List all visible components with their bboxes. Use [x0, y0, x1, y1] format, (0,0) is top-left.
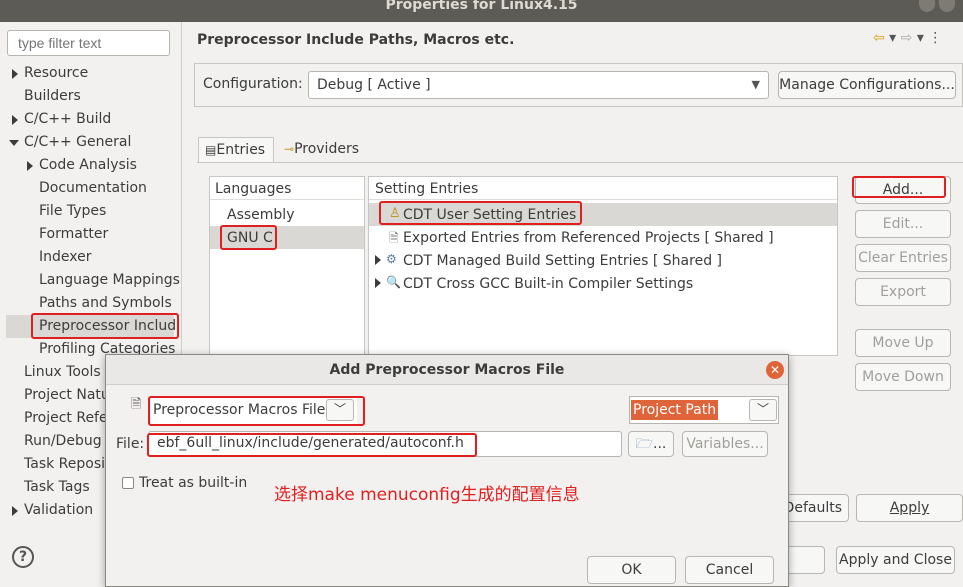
variables-button[interactable]: Variables...	[682, 431, 768, 457]
tree-item-file-types[interactable]: File Types	[39, 200, 106, 223]
tree-item-validation[interactable]: Validation	[24, 499, 93, 522]
builtin-label: Treat as built-in	[139, 475, 248, 491]
expand-icon[interactable]	[12, 69, 18, 79]
help-icon[interactable]: ?	[12, 546, 34, 568]
window-titlebar: Properties for Linux4.15	[0, 0, 963, 22]
nav-toolbar: ⇦ ▾ ⇨ ▾ ⋮	[873, 30, 942, 46]
tree-item-project-natures[interactable]: Project Natu	[24, 384, 110, 407]
ok-button[interactable]: OK	[587, 556, 676, 584]
file-icon: 🗎	[389, 231, 399, 245]
compiler-icon: 🔍	[386, 275, 401, 289]
expand-icon[interactable]	[375, 255, 381, 265]
filter-input[interactable]	[7, 30, 170, 56]
dialog-title: Add Preprocessor Macros File	[106, 355, 788, 385]
tree-item-resource[interactable]: Resource	[24, 62, 88, 85]
back-icon[interactable]: ⇦	[873, 30, 885, 46]
browse-button[interactable]: 🗁...	[628, 431, 674, 457]
tree-item-documentation[interactable]: Documentation	[39, 177, 147, 200]
file-label: File:	[116, 436, 145, 452]
folder-icon: 🗁	[635, 436, 653, 452]
apply-and-close-button[interactable]: Apply and Close	[836, 546, 955, 574]
tree-item-paths-symbols[interactable]: Paths and Symbols	[39, 292, 172, 315]
highlight-box	[852, 176, 946, 198]
highlight-box	[148, 396, 365, 426]
tab-providers-label: Providers	[294, 141, 359, 157]
highlight-box	[147, 433, 477, 457]
file-icon: 🗎	[131, 397, 142, 412]
highlight-box	[31, 313, 179, 339]
highlight-box	[379, 201, 582, 225]
setting-entries-header: Setting Entries	[375, 181, 479, 197]
tab-entries[interactable]: ▤Entries	[198, 137, 274, 163]
tabs-divider	[197, 162, 963, 163]
key-icon: ⊸	[284, 142, 295, 156]
forward-icon[interactable]: ⇨	[901, 30, 913, 46]
tree-item-run-debug[interactable]: Run/Debug S	[24, 430, 115, 453]
configuration-label: Configuration:	[203, 76, 303, 92]
move-up-button[interactable]: Move Up	[855, 329, 951, 357]
dropdown-icon[interactable]: ▾	[912, 30, 928, 46]
window-title: Properties for Linux4.15	[385, 0, 578, 13]
path-kind-value: Project Path	[631, 400, 719, 420]
export-button[interactable]: Export	[855, 278, 951, 306]
annotation-text: 选择make menuconfig生成的配置信息	[274, 485, 580, 505]
expand-icon[interactable]	[12, 506, 18, 516]
tab-providers[interactable]: ⊸Providers	[278, 137, 372, 163]
tree-item-project-references[interactable]: Project Refe	[24, 407, 108, 430]
builtin-checkbox[interactable]	[122, 477, 134, 489]
chevron-down-icon[interactable]: ﹀	[749, 399, 777, 421]
entry-cross-gcc[interactable]: CDT Cross GCC Built-in Compiler Settings	[403, 276, 693, 292]
entry-managed-build[interactable]: CDT Managed Build Setting Entries [ Shar…	[403, 253, 722, 269]
manage-configurations-button[interactable]: Manage Configurations...	[778, 71, 956, 99]
build-icon: ⚙	[386, 252, 397, 266]
tree-item-language-mappings[interactable]: Language Mappings	[39, 269, 180, 292]
entries-icon: ▤	[205, 143, 217, 157]
tree-item-indexer[interactable]: Indexer	[39, 246, 91, 269]
page-title: Preprocessor Include Paths, Macros etc.	[197, 32, 515, 48]
divider	[210, 199, 364, 200]
clear-entries-button[interactable]: Clear Entries	[855, 244, 951, 272]
path-kind-select[interactable]: Project Path ﹀	[629, 396, 779, 424]
language-assembly[interactable]: Assembly	[227, 207, 294, 223]
tree-item-cpp-build[interactable]: C/C++ Build	[24, 108, 111, 131]
tree-item-task-repository[interactable]: Task Reposit	[24, 453, 111, 476]
tree-item-code-analysis[interactable]: Code Analysis	[39, 154, 137, 177]
tab-entries-label: Entries	[216, 142, 266, 158]
tree-item-task-tags[interactable]: Task Tags	[24, 476, 90, 499]
expand-icon[interactable]	[12, 115, 18, 125]
close-icon[interactable]: ✕	[766, 361, 784, 379]
cancel-button[interactable]: Cancel	[685, 556, 774, 584]
dropdown-icon[interactable]: ▾	[885, 30, 901, 46]
move-down-button[interactable]: Move Down	[855, 363, 951, 391]
expand-icon[interactable]	[27, 161, 33, 171]
browse-label: ...	[653, 436, 667, 452]
menu-icon[interactable]: ⋮	[928, 30, 942, 46]
add-macros-file-dialog: Add Preprocessor Macros File ✕ 🗎 Preproc…	[105, 354, 789, 587]
languages-header: Languages	[215, 181, 292, 197]
tree-item-formatter[interactable]: Formatter	[39, 223, 108, 246]
divider	[369, 199, 837, 200]
configuration-value: Debug [ Active ]	[317, 77, 431, 93]
configuration-select[interactable]: Debug [ Active ] ▼	[308, 71, 769, 99]
tree-item-cpp-general[interactable]: C/C++ General	[24, 131, 131, 154]
highlight-box	[220, 225, 277, 250]
expand-icon[interactable]	[375, 278, 381, 288]
languages-panel	[209, 176, 365, 356]
entry-exported[interactable]: Exported Entries from Referenced Project…	[403, 230, 774, 246]
edit-button[interactable]: Edit...	[855, 210, 951, 238]
collapse-icon[interactable]	[9, 140, 19, 146]
chevron-down-icon: ▼	[751, 78, 760, 91]
tree-item-builders[interactable]: Builders	[24, 85, 81, 108]
apply-button[interactable]: Apply	[856, 494, 963, 522]
